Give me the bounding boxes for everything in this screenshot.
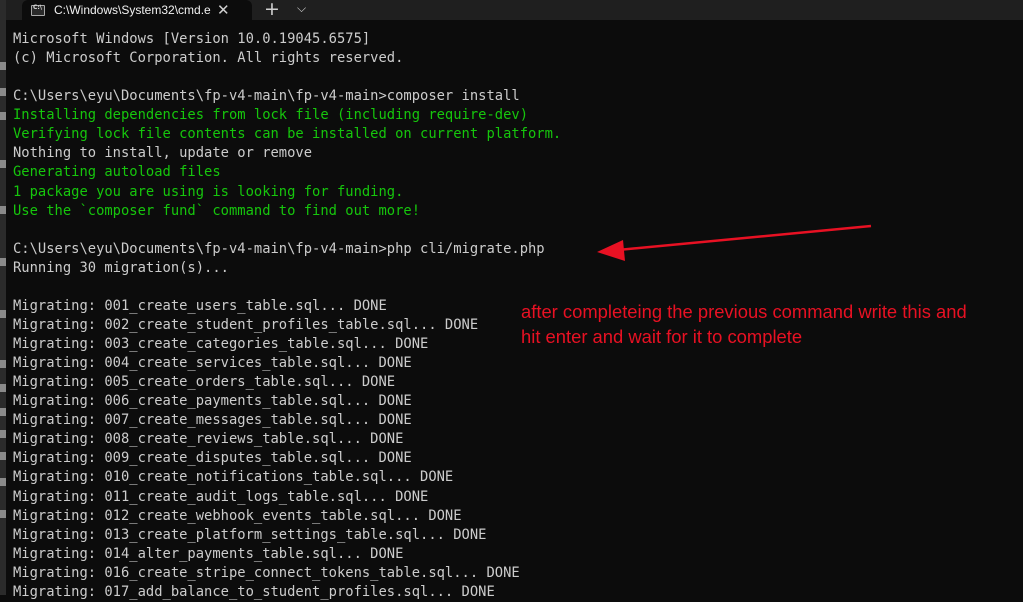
annotation-line: hit enter and wait for it to complete <box>521 326 803 347</box>
plus-icon[interactable]: + <box>264 0 280 20</box>
annotation-line: after completeing the previous command w… <box>521 301 967 322</box>
console-line: Migrating: 017_add_balance_to_student_pr… <box>13 583 495 600</box>
console-line: Migrating: 003_create_categories_table.s… <box>13 336 429 352</box>
console-line: Nothing to install, update or remove <box>13 145 313 162</box>
console-line: Migrating: 004_create_services_table.sql… <box>13 355 412 372</box>
console-line: Running 30 migration(s)... <box>13 259 229 276</box>
annotation-text: after completeing the previous command w… <box>521 299 967 349</box>
console-line: Migrating: 007_create_messages_table.sql… <box>13 412 412 429</box>
console-line: Migrating: 002_create_student_profiles_t… <box>13 316 479 333</box>
console-line: Migrating: 010_create_notifications_tabl… <box>13 469 454 486</box>
console-line: (c) Microsoft Corporation. All rights re… <box>13 50 404 67</box>
console-line: Migrating: 014_alter_payments_table.sql.… <box>13 545 404 562</box>
console-line: Migrating: 006_create_payments_table.sql… <box>13 393 412 410</box>
console-line: Microsoft Windows [Version 10.0.19045.65… <box>13 31 371 47</box>
console-line: Migrating: 016_create_stripe_connect_tok… <box>13 564 520 581</box>
console-line: Generating autoload files <box>13 164 221 181</box>
console-line: Migrating: 012_create_webhook_events_tab… <box>13 507 462 524</box>
terminal-tab[interactable]: C:\Windows\System32\cmd.exe ✕ <box>22 0 252 20</box>
background-window-edge <box>0 0 6 595</box>
console-line: 1 package you are using is looking for f… <box>13 183 404 200</box>
console-line: Migrating: 005_create_orders_table.sql..… <box>13 374 396 391</box>
console-line: Installing dependencies from lock file (… <box>13 107 528 124</box>
console-line: Migrating: 009_create_disputes_table.sql… <box>13 450 412 467</box>
close-icon[interactable]: ✕ <box>217 1 230 19</box>
console-line: Migrating: 008_create_reviews_table.sql.… <box>13 431 404 448</box>
console-line: Migrating: 013_create_platform_settings_… <box>13 526 487 543</box>
console-line: C:\Users\eyu\Documents\fp-v4-main\fp-v4-… <box>13 88 520 105</box>
console-line: Migrating: 011_create_audit_logs_table.s… <box>13 488 429 505</box>
title-bar: C:\Windows\System32\cmd.exe ✕ + ⌵ <box>6 0 1023 20</box>
console-output[interactable]: Microsoft Windows [Version 10.0.19045.65… <box>13 30 561 602</box>
tab-title: C:\Windows\System32\cmd.exe <box>54 3 211 17</box>
cmd-icon <box>31 4 45 16</box>
chevron-down-icon[interactable]: ⌵ <box>297 1 306 16</box>
console-line: Verifying lock file contents can be inst… <box>13 126 562 143</box>
console-line: Migrating: 001_create_users_table.sql...… <box>13 297 387 314</box>
console-line: C:\Users\eyu\Documents\fp-v4-main\fp-v4-… <box>13 240 545 257</box>
console-line: Use the `composer fund` command to find … <box>13 202 421 219</box>
